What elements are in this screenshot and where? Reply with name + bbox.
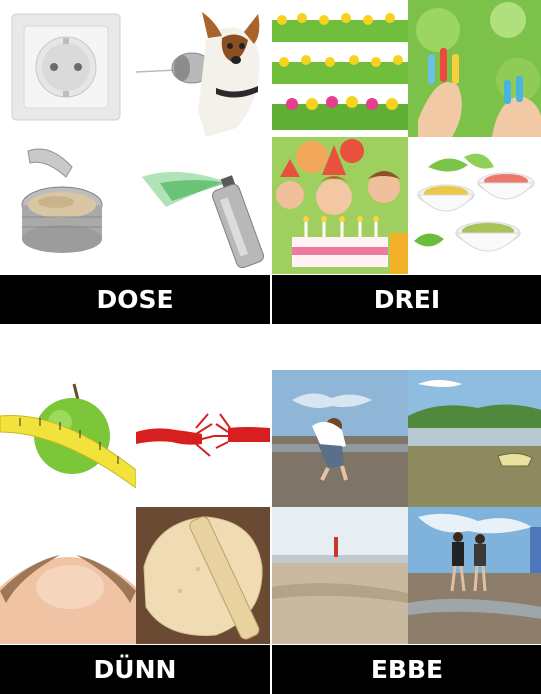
answer-bar: DÜNN [0, 645, 270, 694]
answer-bar: EBBE [272, 645, 541, 694]
dog-tin-phone-picture [136, 0, 270, 137]
puzzle-card-ebbe[interactable]: EBBE [272, 370, 541, 694]
thinning-hair-picture [0, 507, 136, 644]
tidal-shore-boat-picture [408, 370, 541, 507]
tulip-rows-picture [272, 0, 408, 137]
picture-grid [0, 0, 270, 274]
puzzle-card-duenn[interactable]: DÜNN [0, 370, 270, 694]
apple-measuring-tape-picture [0, 370, 136, 507]
answer-bar: DOSE [0, 275, 270, 324]
picture-grid [0, 370, 270, 644]
answer-word: EBBE [370, 655, 444, 684]
boy-mudflat-picture [272, 370, 408, 507]
answer-word: DREI [373, 285, 441, 314]
power-socket-picture [0, 0, 136, 137]
puzzle-card-dose[interactable]: DOSE [0, 0, 270, 324]
picture-grid [272, 370, 541, 644]
painted-fingers-picture [408, 0, 541, 137]
people-mudflat-picture [408, 507, 541, 644]
frayed-rope-picture [136, 370, 270, 507]
spray-can-picture [136, 137, 270, 274]
dip-bowls-picture [408, 137, 541, 274]
birthday-children-picture [272, 137, 408, 274]
lighthouse-beach-picture [272, 507, 408, 644]
answer-word: DOSE [96, 285, 174, 314]
tuna-can-picture [0, 137, 136, 274]
picture-grid [272, 0, 541, 274]
answer-bar: DREI [272, 275, 541, 324]
answer-word: DÜNN [93, 655, 177, 684]
puzzle-card-drei[interactable]: DREI [272, 0, 541, 324]
rolled-dough-picture [136, 507, 270, 644]
